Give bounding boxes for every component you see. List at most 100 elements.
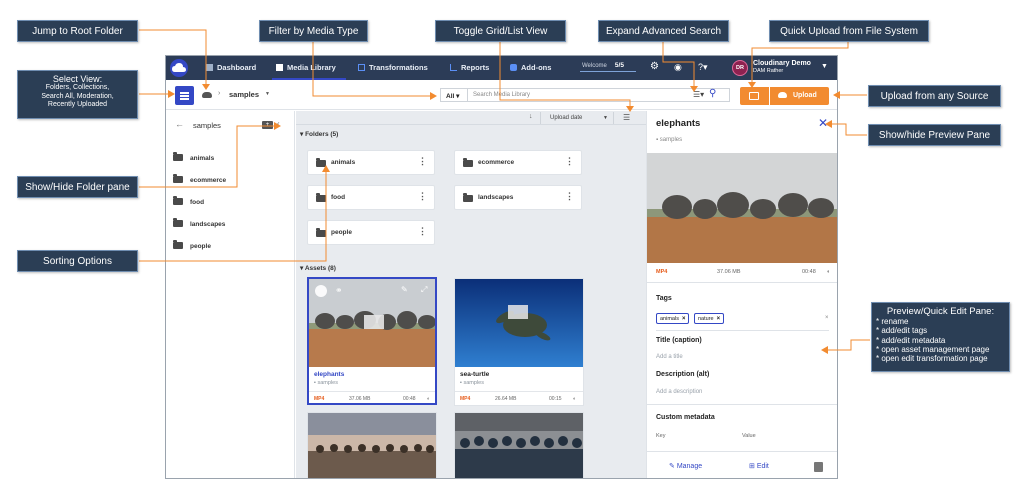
dashboard-icon [206, 64, 213, 71]
addons-icon [510, 64, 517, 71]
toolbar: › samples ▼ All ▾ Search Media Library ☰… [166, 80, 837, 110]
asset-meta: MP4 37.06 MB 00:48 ◐ [309, 391, 435, 403]
folder-tree-item[interactable]: animals [173, 152, 214, 162]
top-nav: Dashboard Media Library Transformations … [166, 56, 837, 80]
folder-icon [173, 218, 183, 227]
media-type-filter[interactable]: All ▾ [440, 88, 468, 102]
advanced-search-icon[interactable]: ☰▾ [693, 90, 704, 99]
close-preview-icon[interactable]: ✕ [818, 116, 828, 130]
annotated-screenshot: Dashboard Media Library Transformations … [0, 0, 1024, 495]
breadcrumb-chevron-down-icon[interactable]: ▼ [265, 91, 270, 97]
sea-turtle-thumbnail [455, 279, 583, 367]
callout-sorting: Sorting Options [17, 250, 138, 272]
sort-direction-icon[interactable]: ↓ [529, 113, 533, 120]
preview-title[interactable]: elephants [656, 118, 700, 129]
breadcrumb[interactable]: samples [229, 90, 259, 99]
asset-card[interactable] [454, 412, 584, 478]
callout-select-view: Select View: Folders, Collections, Searc… [17, 70, 138, 119]
asset-grid-area: ↓ Upload date ▼ ☰ ▾ Folders (5) animals ⋮ … [296, 111, 646, 478]
folder-card[interactable]: animals ⋮ [307, 150, 435, 175]
folder-tree-item[interactable]: landscapes [173, 218, 225, 228]
cloud-upload-icon [778, 92, 787, 98]
grid-list-toggle-icon[interactable]: ☰ [623, 113, 630, 122]
callout-preview-edit: Preview/Quick Edit Pane: * rename * add/… [871, 302, 1010, 372]
kebab-menu-icon[interactable]: ⋮ [418, 227, 427, 236]
nav-media-library[interactable]: Media Library [276, 63, 336, 72]
public-icon: ◐ [427, 396, 431, 402]
callout-jump-root: Jump to Root Folder [17, 20, 138, 42]
kebab-menu-icon[interactable]: ⋮ [418, 192, 427, 201]
settings-gear-icon[interactable]: ⚙ [650, 62, 659, 72]
callout-toggle-view: Toggle Grid/List View [435, 20, 566, 42]
kebab-menu-icon[interactable]: ⋮ [565, 157, 574, 166]
tag-chip[interactable]: animals × [656, 313, 690, 324]
folder-pane: ← samples + ‹ animals ecommerce food lan… [166, 111, 295, 478]
sort-field-select[interactable]: Upload date ▼ [540, 112, 614, 124]
search-icon[interactable]: ⚲ [709, 89, 716, 99]
welcome-progress[interactable]: Welcome 5/5 [582, 62, 624, 69]
cloudinary-logo-icon[interactable] [170, 59, 188, 77]
folder-icon [173, 240, 183, 249]
nav-reports[interactable]: Reports [450, 63, 489, 72]
preview-footer: ✎ Manage ⊞ Edit [647, 451, 837, 478]
group-photo-thumbnail [308, 413, 436, 478]
asset-card[interactable] [307, 412, 437, 478]
nav-dashboard[interactable]: Dashboard [206, 63, 256, 72]
expand-icon[interactable]: ⤢ [421, 285, 427, 295]
help-icon[interactable]: ?▾ [698, 62, 708, 72]
folder-card[interactable]: ecommerce ⋮ [454, 150, 582, 175]
chevron-down-icon: ▼ [603, 115, 608, 121]
clear-tags-icon[interactable]: × [825, 315, 829, 321]
divider [656, 330, 829, 331]
folder-icon [316, 228, 326, 237]
description-input[interactable]: Add a description [656, 389, 702, 395]
avatar[interactable]: DR [732, 60, 748, 76]
remove-tag-icon[interactable]: × [717, 316, 721, 322]
select-view-menu-button[interactable] [175, 86, 194, 105]
link-icon[interactable]: ⚭ [335, 285, 343, 296]
account-menu[interactable]: Cloudinary Demo DAM Rather [753, 60, 811, 74]
remove-tag-icon[interactable]: × [682, 316, 686, 322]
notifications-icon[interactable]: ◉ [674, 62, 682, 72]
asset-card-sea-turtle[interactable]: sea-turtle ▪ samples MP4 26.64 MB 00:15 … [454, 278, 584, 406]
asset-card-elephants[interactable]: ⚭ ✎ ⤢ elephants ▪ samples MP4 37.06 MB 0… [307, 277, 437, 405]
caption-input[interactable]: Add a title [656, 354, 683, 360]
folder-card[interactable]: people ⋮ [307, 220, 435, 245]
root-folder-cloud-icon[interactable] [202, 92, 212, 98]
folder-card[interactable]: food ⋮ [307, 185, 435, 210]
folder-tree-item[interactable]: people [173, 240, 211, 250]
nav-addons[interactable]: Add-ons [510, 63, 551, 72]
folder-card[interactable]: landscapes ⋮ [454, 185, 582, 210]
media-library-app: Dashboard Media Library Transformations … [165, 55, 838, 479]
kebab-menu-icon[interactable]: ⋮ [418, 157, 427, 166]
folders-section-title[interactable]: ▾ Folders (5) [300, 130, 338, 138]
manage-wrench-icon[interactable]: ✎ [401, 285, 408, 294]
folder-icon [316, 193, 326, 202]
callout-show-hide-folder: Show/Hide Folder pane [17, 176, 138, 198]
edit-button[interactable]: ⊞ Edit [749, 462, 769, 470]
search-input[interactable]: Search Media Library [468, 88, 730, 102]
select-check-icon[interactable] [315, 285, 327, 297]
tag-chip[interactable]: nature × [694, 313, 725, 324]
callout-quick-upload: Quick Upload from File System [769, 20, 929, 42]
folder-icon [463, 158, 473, 167]
folder-tree-item[interactable]: food [173, 196, 204, 206]
back-arrow-icon[interactable]: ← [175, 119, 184, 129]
asset-meta: MP4 26.64 MB 00:15 ◐ [455, 391, 583, 405]
manage-button[interactable]: ✎ Manage [669, 462, 702, 470]
upload-button[interactable]: Upload [770, 87, 829, 105]
assets-section-title[interactable]: ▾ Assets (8) [300, 264, 336, 272]
nav-transformations[interactable]: Transformations [358, 63, 428, 72]
callout-filter-media: Filter by Media Type [259, 20, 368, 42]
kebab-menu-icon[interactable]: ⋮ [565, 192, 574, 201]
hide-folder-pane-icon[interactable]: ‹ [277, 119, 280, 128]
callout-upload-any: Upload from any Source [868, 85, 1001, 107]
delete-trash-icon[interactable] [814, 462, 823, 472]
account-chevron-down-icon[interactable]: ▼ [821, 63, 828, 70]
add-folder-icon[interactable]: + [262, 121, 273, 129]
team-photo-thumbnail [455, 413, 583, 478]
folder-icon [173, 152, 183, 161]
callout-show-hide-preview: Show/hide Preview Pane [868, 124, 1001, 146]
folder-tree-item[interactable]: ecommerce [173, 174, 226, 184]
quick-upload-button[interactable] [740, 87, 769, 105]
